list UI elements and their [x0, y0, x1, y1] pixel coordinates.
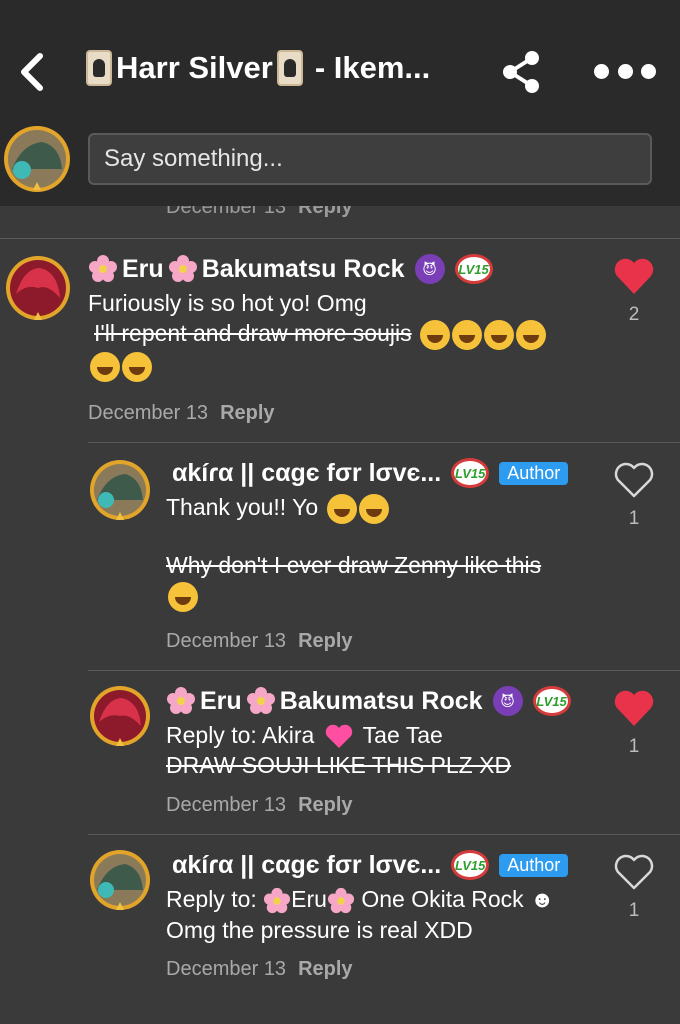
title-suffix: - Ikem...: [314, 50, 431, 85]
title-text: Harr Silver: [116, 50, 273, 85]
grinning-emoji-icon: [326, 493, 357, 524]
heart-outline-icon[interactable]: [612, 850, 656, 894]
page-title: Harr Silver - Ikem...: [82, 50, 482, 86]
comment-body: Furiously is so hot yo! Omg I'll repent …: [88, 288, 598, 382]
comment-line: Reply to: Akira: [166, 722, 315, 748]
share-button[interactable]: [498, 50, 544, 94]
comment-date: December 13: [166, 958, 287, 980]
tears-of-joy-emoji-icon: [168, 581, 198, 612]
grinning-emoji-icon: [358, 493, 389, 524]
comment-meta: December 13 Reply: [166, 794, 353, 817]
comment-date: December 13: [166, 630, 287, 652]
author-name-part: Bakumatsu Rock: [279, 686, 483, 715]
author-name: αkíɾα || cαgє fσr lσvє...: [172, 458, 442, 487]
devil-emoji-icon: 😈: [492, 686, 523, 716]
author-name-part: Eru: [200, 686, 242, 715]
comment: αkíɾα || cαgє fσr lσvє... LV15 Author Re…: [0, 834, 680, 1024]
heart-filled-icon[interactable]: [612, 254, 656, 298]
joker-card-icon: [86, 50, 112, 86]
tears-of-joy-emoji-icon: [122, 351, 152, 382]
comment: Eru Bakumatsu Rock 😈 LV15 Reply to: Akir…: [0, 670, 680, 834]
comment: αkíɾα || cαgє fσr lσvє... LV15 Author Th…: [0, 442, 680, 670]
reply-link[interactable]: Reply: [220, 402, 274, 424]
comment-author[interactable]: Eru Bakumatsu Rock 😈 LV15: [88, 254, 493, 284]
comment-line: Omg the pressure is real XDD: [166, 916, 473, 943]
comment-line: Thank you!! Yo: [166, 494, 319, 520]
blossom-icon: [167, 687, 195, 714]
devil-emoji-icon: 😈: [414, 254, 445, 284]
share-icon: [503, 51, 539, 93]
level-badge: LV15: [451, 458, 490, 488]
heart-outline-icon[interactable]: [612, 458, 656, 502]
comment-body: Reply to: Eru One Okita Rock ☻ Omg the p…: [166, 884, 616, 945]
author-badge: Author: [499, 461, 569, 485]
blossom-icon: [246, 687, 275, 714]
avatar[interactable]: [88, 458, 152, 522]
comment: Eru Bakumatsu Rock 😈 LV15 Furiously is s…: [0, 238, 680, 442]
back-button[interactable]: [6, 46, 56, 98]
level-badge: LV15: [532, 686, 571, 716]
comment-line-part: Tae Tae: [362, 722, 443, 748]
comment-meta: December 13 Reply: [166, 958, 353, 981]
author-name: αkíɾα || cαgє fσr lσvє...: [172, 850, 442, 879]
comment-input[interactable]: [88, 133, 652, 185]
tears-of-joy-emoji-icon: [484, 319, 514, 350]
dot-icon: [641, 63, 656, 79]
blossom-icon: [168, 255, 197, 282]
tears-of-joy-emoji-icon: [90, 351, 120, 382]
comment-date: December 13: [88, 402, 209, 424]
comment-line-part: Reply to:: [166, 886, 257, 912]
comment-date: December 13: [166, 794, 287, 816]
joker-card-icon: [276, 50, 303, 86]
reply-link[interactable]: Reply: [298, 958, 352, 980]
comment-author[interactable]: Eru Bakumatsu Rock 😈 LV15: [166, 686, 571, 716]
comment-author[interactable]: αkíɾα || cαgє fσr lσvє... LV15 Author: [172, 850, 569, 880]
top-bar: Harr Silver - Ikem...: [0, 0, 680, 206]
comment-line-struck: I'll repent and draw more soujis: [94, 320, 412, 346]
tears-of-joy-emoji-icon: [452, 319, 482, 350]
user-avatar[interactable]: [2, 124, 72, 194]
author-name-part: Bakumatsu Rock: [201, 254, 405, 283]
reply-link[interactable]: Reply: [298, 630, 352, 652]
like-count: 1: [628, 736, 640, 757]
blossom-icon: [89, 255, 117, 282]
chevron-left-icon: [21, 53, 43, 91]
like-count: 2: [628, 304, 640, 325]
avatar[interactable]: [88, 684, 152, 748]
comment-line-part: Eru: [291, 886, 327, 912]
comment-body: Thank you!! Yo Why don't I ever draw Zen…: [166, 492, 606, 612]
avatar[interactable]: [4, 254, 72, 322]
comment-line-struck: DRAW SOUJI LIKE THIS PLZ XD: [166, 752, 512, 778]
tears-of-joy-emoji-icon: [516, 319, 546, 350]
dot-icon: [594, 63, 609, 79]
level-badge: LV15: [451, 850, 490, 880]
comment-meta: December 13 Reply: [88, 402, 275, 425]
tears-of-joy-emoji-icon: [420, 319, 450, 350]
like-count: 1: [628, 900, 640, 921]
comment-body: Reply to: Akira Tae Tae DRAW SOUJI LIKE …: [166, 720, 606, 780]
pink-heart-icon: [325, 724, 352, 748]
comment-meta: December 13 Reply: [166, 630, 353, 653]
level-badge: LV15: [454, 254, 493, 284]
author-badge: Author: [499, 853, 569, 877]
dot-icon: [617, 63, 633, 79]
blossom-icon: [327, 887, 355, 914]
avatar[interactable]: [88, 848, 152, 912]
author-name-part: Eru: [122, 254, 164, 283]
comment-line-part: One Okita Rock ☻: [361, 886, 555, 912]
blossom-icon: [264, 887, 291, 914]
comment-line: Furiously is so hot yo! Omg: [88, 290, 367, 316]
comment-line-struck: Why don't I ever draw Zenny like this: [166, 551, 542, 578]
heart-filled-icon[interactable]: [612, 686, 656, 730]
more-options-button[interactable]: [590, 58, 660, 84]
like-count: 1: [628, 508, 640, 529]
comment-author[interactable]: αkíɾα || cαgє fσr lσvє... LV15 Author: [172, 458, 569, 488]
reply-link[interactable]: Reply: [298, 794, 352, 816]
